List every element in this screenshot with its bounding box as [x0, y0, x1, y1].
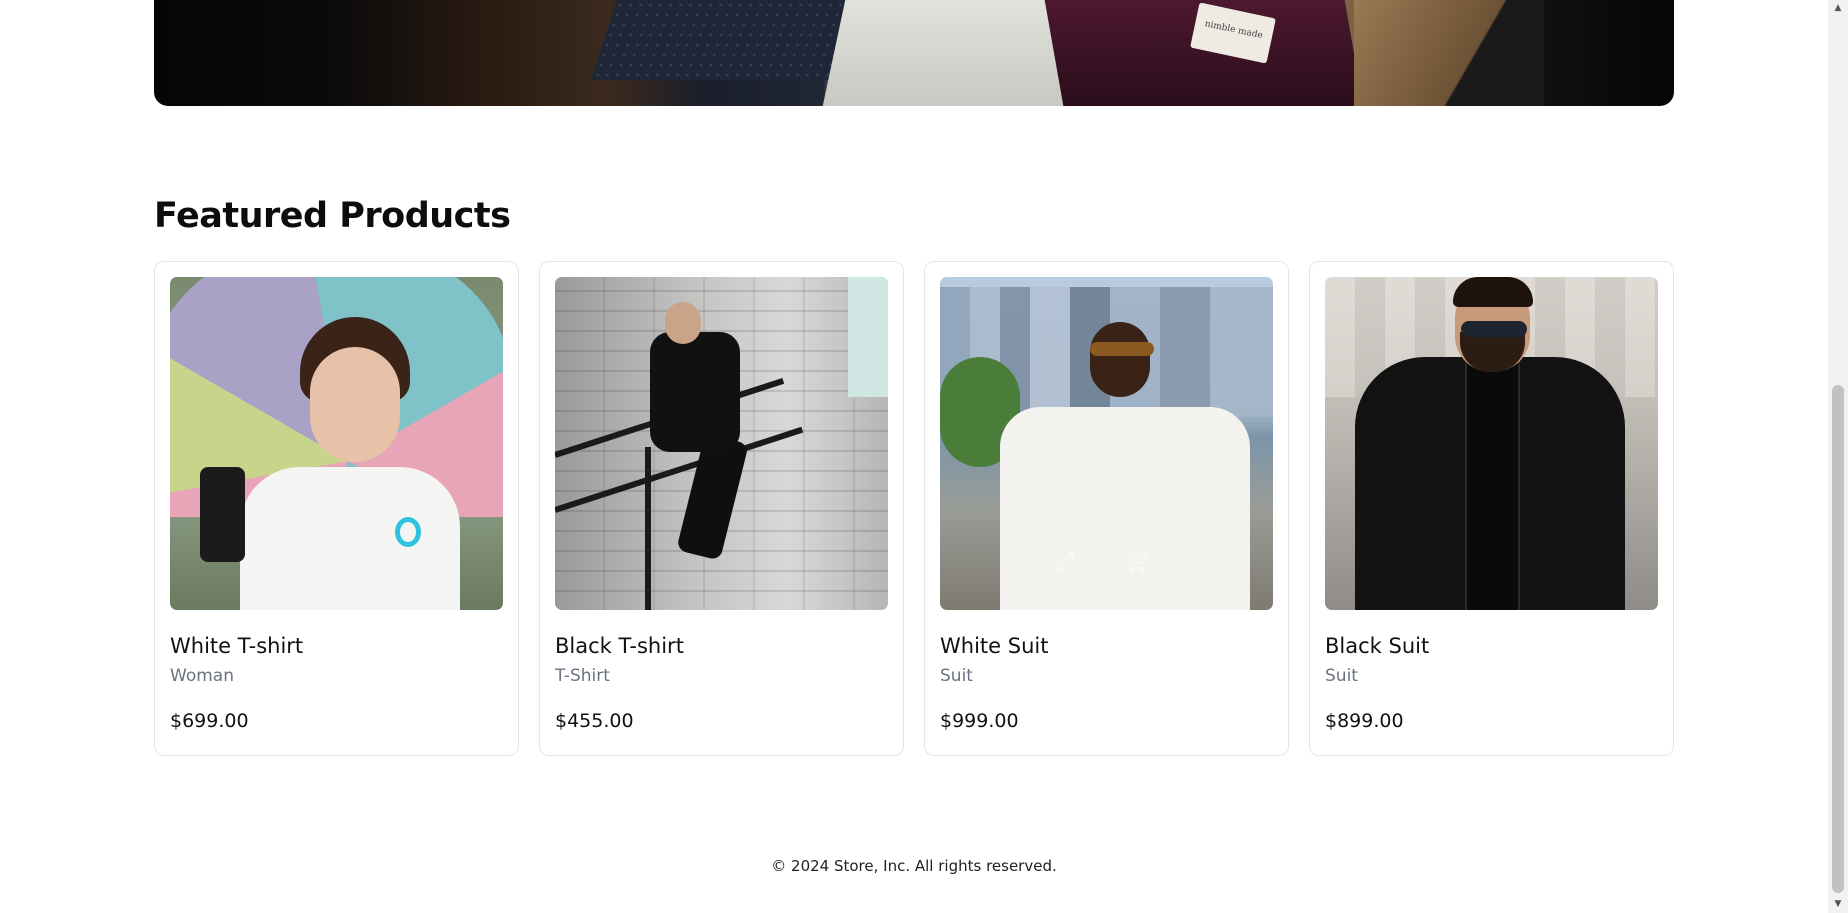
figure-torso — [650, 332, 740, 452]
product-price: $999.00 — [940, 710, 1019, 732]
product-category: Woman — [170, 666, 234, 686]
product-card-white-suit[interactable]: ⤢ 🛒︎ White Suit Suit $999.00 — [924, 261, 1289, 756]
scroll-down-arrow-icon[interactable]: ▼ — [1828, 896, 1848, 913]
scrollbar-thumb[interactable] — [1832, 385, 1844, 893]
railing-post — [645, 447, 651, 610]
figure-head — [1090, 322, 1150, 397]
hero-banner[interactable]: nimble made — [154, 0, 1674, 106]
product-image-woman-umbrella[interactable] — [170, 277, 503, 610]
figure-suit — [1000, 407, 1250, 610]
figure-shirt — [1465, 362, 1520, 610]
figure-hair — [1453, 277, 1533, 307]
product-image-man-black-suit[interactable] — [1325, 277, 1658, 610]
product-card-white-tshirt[interactable]: White T-shirt Woman $699.00 — [154, 261, 519, 756]
vertical-scrollbar[interactable]: ▲ ▼ — [1828, 0, 1848, 913]
figure-head — [665, 302, 701, 344]
product-category: Suit — [1325, 666, 1358, 686]
product-name[interactable]: Black Suit — [1325, 634, 1658, 658]
page: nimble made Featured Products White T-sh… — [0, 0, 1848, 913]
cart-icon[interactable]: 🛒︎ — [1124, 547, 1154, 575]
product-category: T-Shirt — [555, 666, 610, 686]
phone-shape — [200, 467, 245, 562]
hero-shirt-navy — [591, 0, 857, 80]
sky-strip — [848, 277, 888, 397]
product-grid: White T-shirt Woman $699.00 Black T-shir… — [154, 261, 1674, 756]
product-price: $455.00 — [555, 710, 634, 732]
product-name[interactable]: Black T-shirt — [555, 634, 888, 658]
product-name[interactable]: White Suit — [940, 634, 1273, 658]
figure-head — [310, 347, 400, 462]
scroll-up-arrow-icon[interactable]: ▲ — [1828, 0, 1848, 17]
product-name[interactable]: White T-shirt — [170, 634, 503, 658]
sunglasses-shape — [1461, 321, 1527, 337]
product-category: Suit — [940, 666, 973, 686]
figure-body — [240, 467, 460, 610]
product-price: $899.00 — [1325, 710, 1404, 732]
footer-copyright: © 2024 Store, Inc. All rights reserved. — [771, 857, 1057, 875]
product-card-black-suit[interactable]: Black Suit Suit $899.00 — [1309, 261, 1674, 756]
hover-actions: ⤢ 🛒︎ — [1055, 547, 1155, 575]
product-image-man-white-suit[interactable]: ⤢ 🛒︎ — [940, 277, 1273, 610]
sunglasses-shape — [1090, 342, 1154, 356]
product-image-man-jumping[interactable] — [555, 277, 888, 610]
product-price: $699.00 — [170, 710, 249, 732]
hero-wood-surface — [1354, 0, 1544, 106]
product-card-black-tshirt[interactable]: Black T-shirt T-Shirt $455.00 — [539, 261, 904, 756]
featured-products-title: Featured Products — [154, 196, 511, 236]
umbrella-handle — [395, 517, 421, 547]
expand-icon[interactable]: ⤢ — [1055, 547, 1074, 575]
